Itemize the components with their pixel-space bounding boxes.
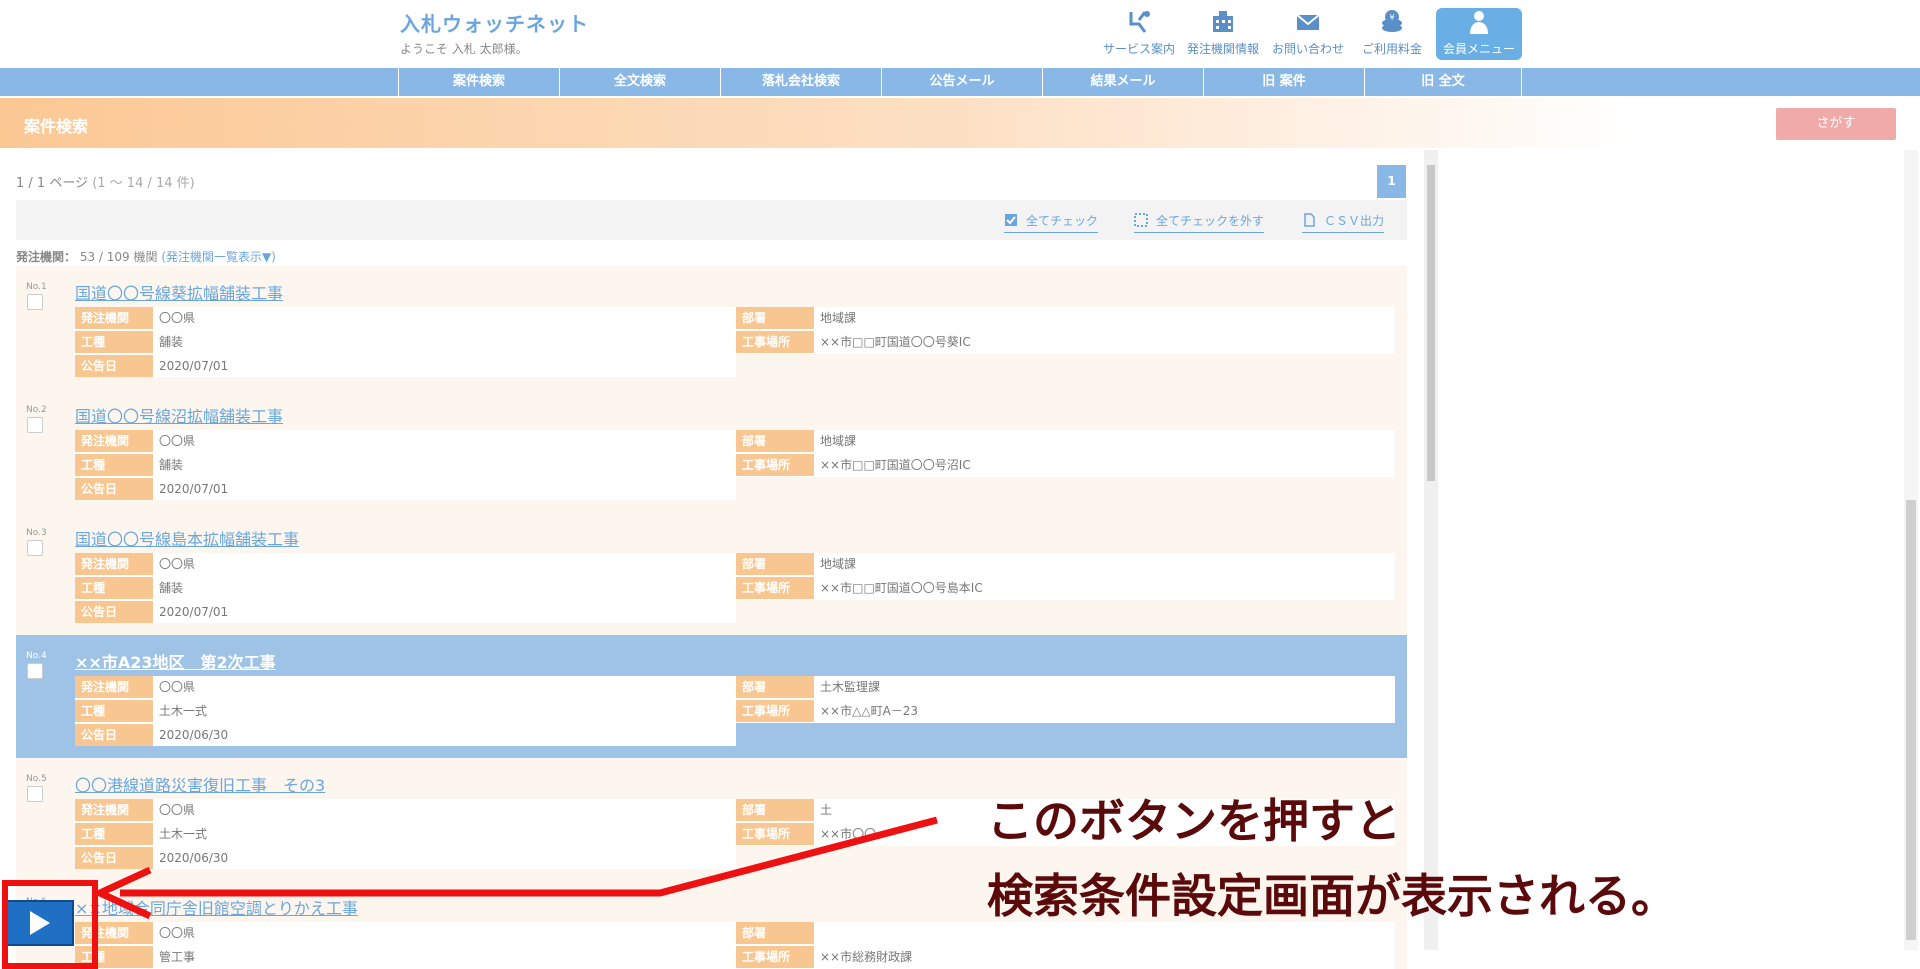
annotation-line-1: このボタンを押すと	[987, 794, 1401, 848]
annotation-line-2: 検索条件設定画面が表示される。	[987, 869, 1677, 923]
annotation-arrow	[91, 816, 938, 920]
highlight-box	[2, 880, 98, 969]
